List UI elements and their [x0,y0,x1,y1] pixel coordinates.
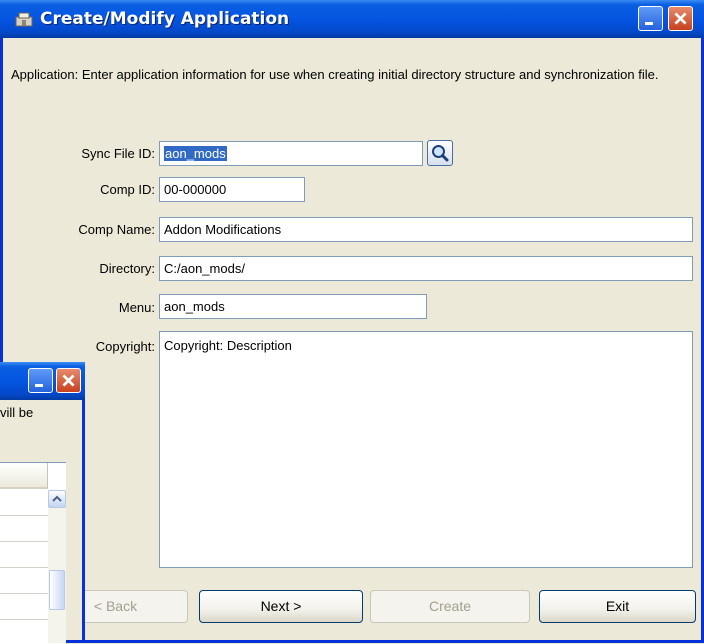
scroll-up-button[interactable] [48,490,66,508]
menu-label: Menu: [118,300,155,315]
next-button[interactable]: Next > [199,590,363,623]
secondary-grid-header[interactable] [0,463,48,489]
title-bar[interactable]: Create/Modify Application [0,0,704,38]
copyright-label: Copyright: [95,339,155,354]
grid-row-divider [0,541,48,542]
search-icon [432,145,449,162]
comp-name-input[interactable]: Addon Modifications [159,217,693,242]
instruction-text: Application: Enter application informati… [11,67,659,82]
sync-file-lookup-button[interactable] [427,140,453,166]
comp-name-label: Comp Name: [78,222,155,237]
comp-id-input[interactable]: 00-000000 [159,177,305,202]
sync-file-id-value: aon_mods [164,146,227,161]
create-button[interactable]: Create [370,590,530,623]
scroll-up-icon [52,495,62,502]
directory-input[interactable]: C:/aon_mods/ [159,256,693,281]
close-icon [62,374,75,387]
app-icon [15,12,33,27]
comp-id-label: Comp ID: [100,182,155,197]
create-modify-application-window: Create/Modify Application Application: E… [0,0,704,643]
grid-row-divider [0,593,48,594]
exit-button[interactable]: Exit [539,590,696,623]
grid-row-divider [0,567,48,568]
secondary-title-bar[interactable] [0,362,85,400]
close-button[interactable] [668,6,693,31]
secondary-partial-text: vill be [0,405,34,420]
secondary-close-button[interactable] [56,368,81,393]
grid-row-divider [0,619,48,620]
grid-row-divider [0,515,48,516]
sync-file-id-input[interactable]: aon_mods [159,141,423,166]
minimize-button[interactable] [638,6,663,31]
secondary-minimize-button[interactable] [28,368,53,393]
menu-input[interactable]: aon_mods [159,294,427,319]
minimize-icon [645,22,653,25]
close-icon [674,12,687,25]
secondary-vertical-scrollbar[interactable] [48,490,66,643]
directory-label: Directory: [99,261,155,276]
sync-file-id-label: Sync File ID: [81,146,155,161]
scroll-thumb[interactable] [49,570,65,610]
copyright-textarea[interactable]: Copyright: Description [159,331,693,568]
minimize-icon [35,384,43,387]
window-title: Create/Modify Application [40,9,290,29]
